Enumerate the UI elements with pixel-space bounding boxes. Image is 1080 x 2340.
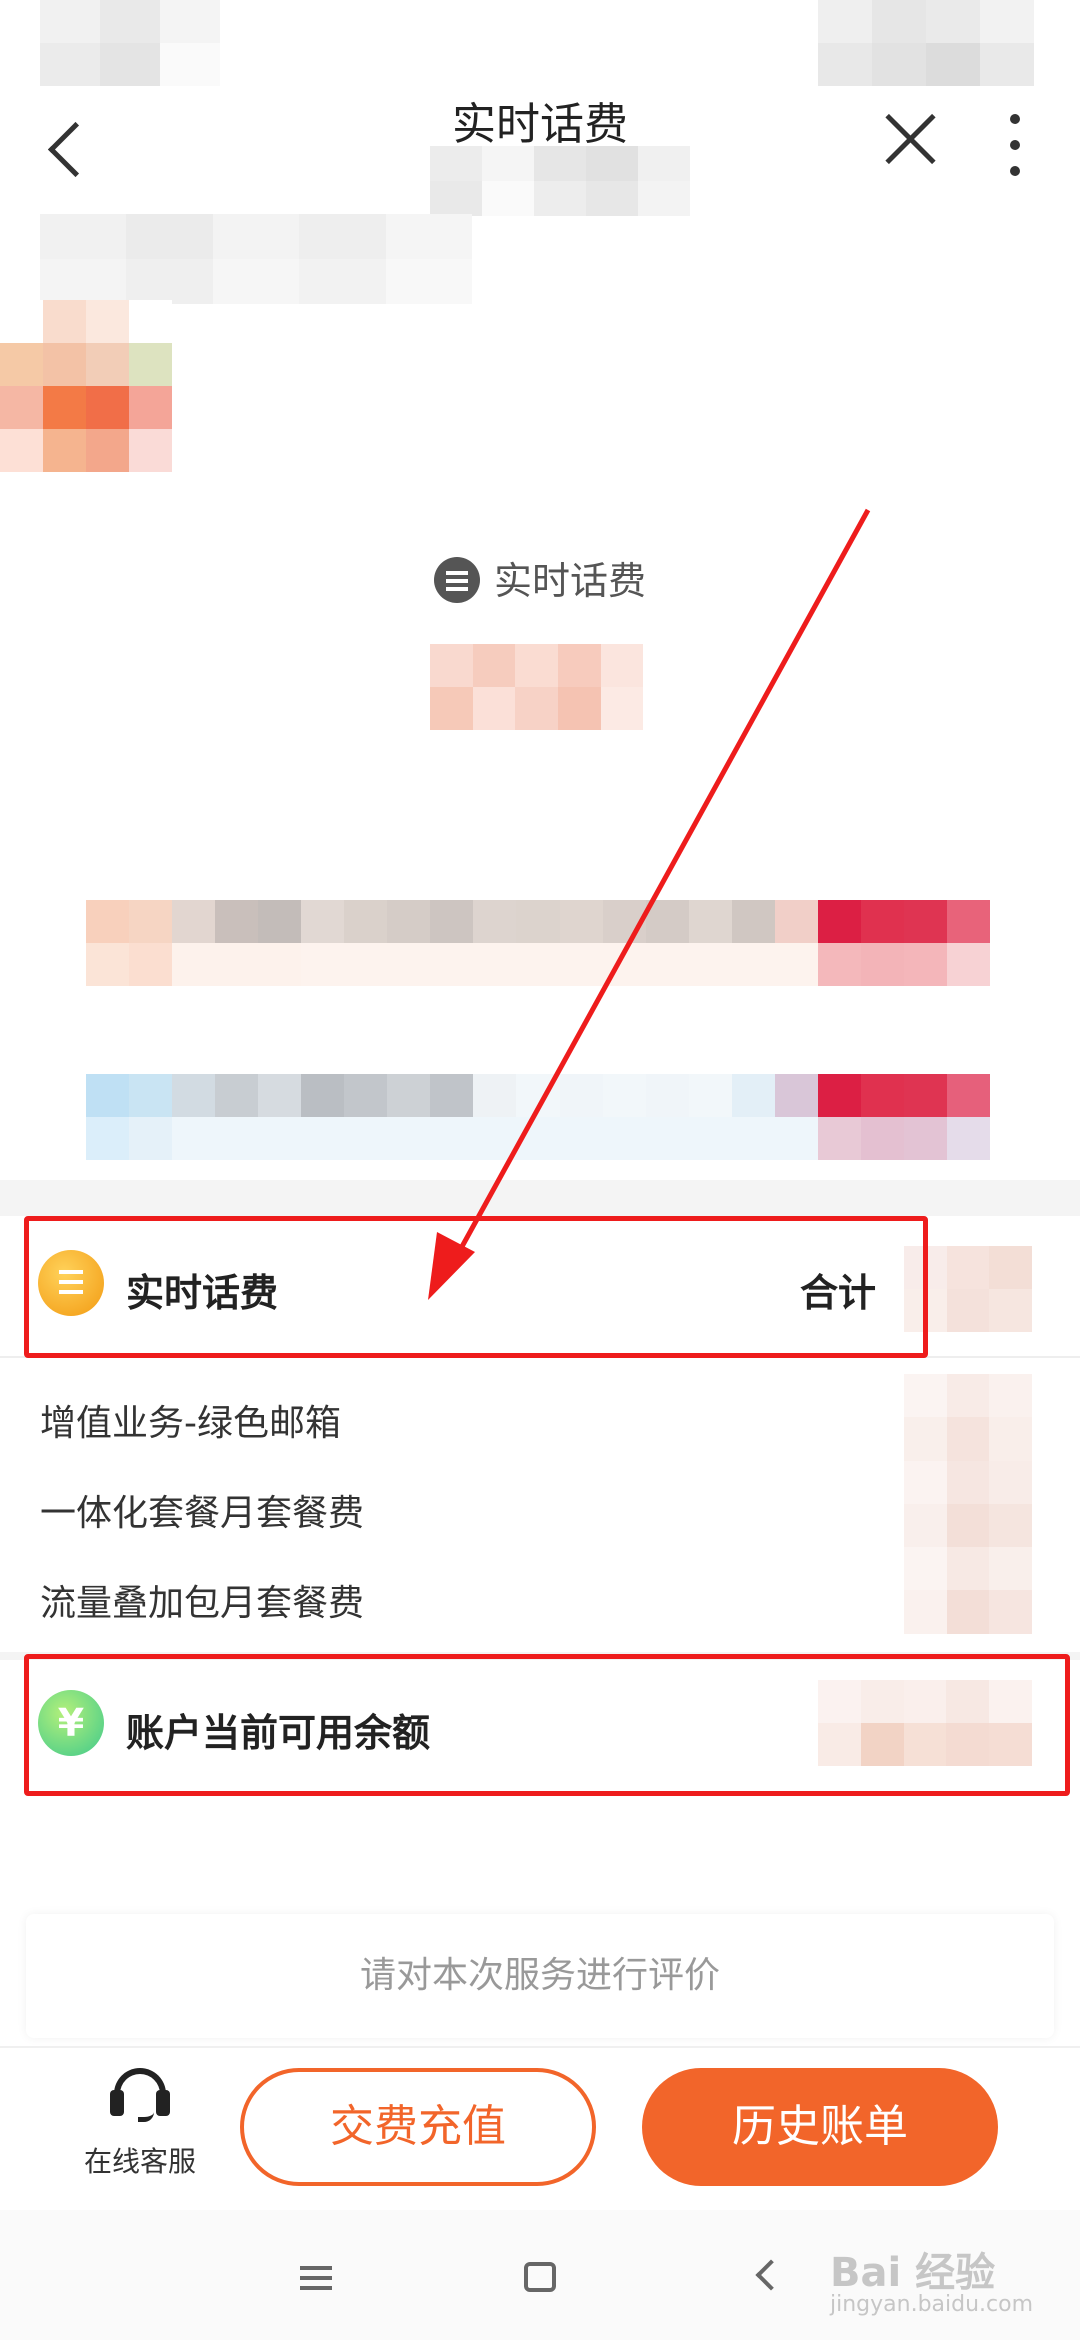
- back-icon[interactable]: [755, 2259, 787, 2291]
- page: 实时话费 实时话费 实时话费 合计 增值业务-绿色邮箱 一体化套餐月套餐费 流量…: [0, 0, 1080, 2340]
- headset-icon: [110, 2068, 170, 2124]
- service-rating-prompt[interactable]: 请对本次服务进行评价: [26, 1914, 1054, 2038]
- baidu-watermark: Bai 经验 jingyan.baidu.com: [830, 2250, 1034, 2317]
- bill-history-button[interactable]: 历史账单: [642, 2068, 998, 2186]
- online-service-button[interactable]: 在线客服: [60, 2068, 220, 2198]
- recharge-button[interactable]: 交费充值: [240, 2068, 596, 2186]
- system-navigation-bar: Bai 经验 jingyan.baidu.com: [0, 2210, 1080, 2340]
- home-icon[interactable]: [524, 2262, 556, 2292]
- recent-apps-icon[interactable]: [300, 2266, 332, 2270]
- bottom-action-bar: 在线客服 交费充值 历史账单: [0, 2046, 1080, 2210]
- online-service-label: 在线客服: [83, 2145, 196, 2178]
